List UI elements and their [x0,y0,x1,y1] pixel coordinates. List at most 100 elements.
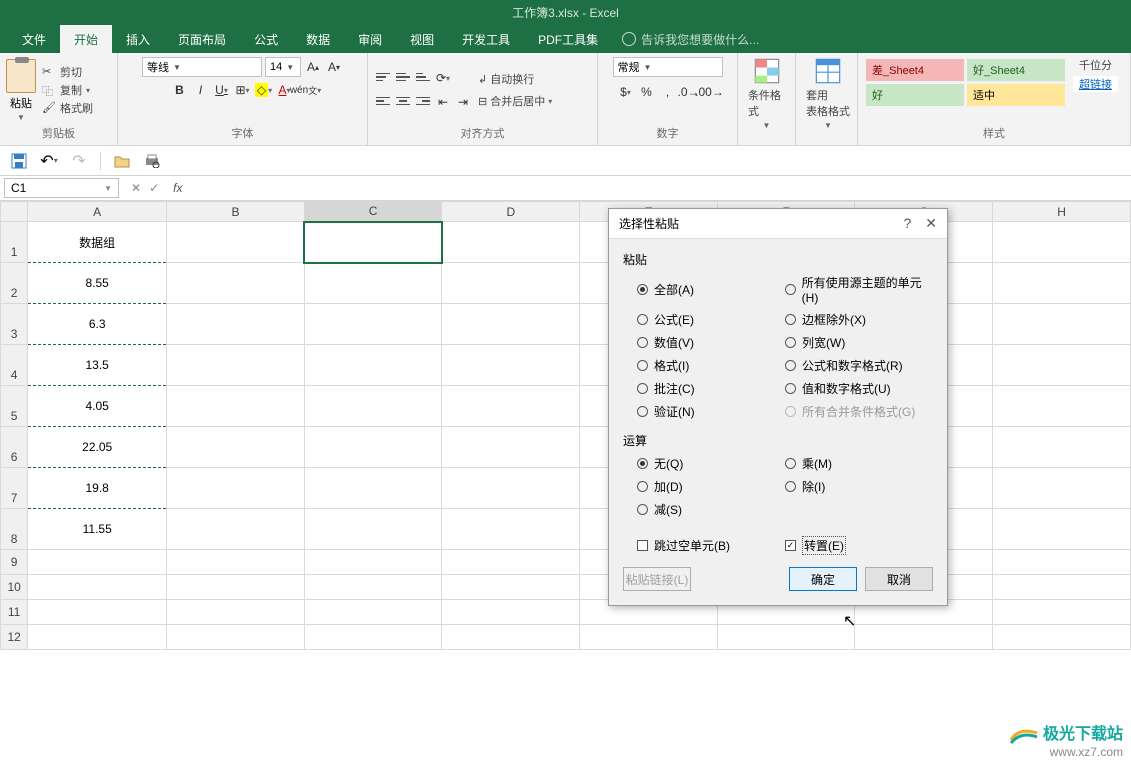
cell[interactable]: 6.3 [28,304,167,345]
cell[interactable]: 13.5 [28,345,167,386]
transpose-checkbox[interactable]: 转置(E) [785,536,933,555]
skip-blanks-checkbox[interactable]: 跳过空单元(B) [637,536,785,555]
name-box[interactable]: C1▼ [4,178,119,198]
close-button[interactable]: ✕ [925,215,937,232]
col-header-A[interactable]: A [28,202,167,222]
fx-icon[interactable]: fx [167,181,188,195]
cut-button[interactable]: ✂剪切 [42,64,93,80]
tab-insert[interactable]: 插入 [112,25,164,53]
cell[interactable]: 19.8 [28,468,167,509]
cancel-formula-button[interactable]: ✕ [131,181,141,195]
print-preview-button[interactable] [143,152,161,170]
tab-formulas[interactable]: 公式 [240,25,292,53]
tab-developer[interactable]: 开发工具 [448,25,524,53]
formula-input[interactable] [188,178,1131,198]
col-header-C[interactable]: C [304,202,442,222]
cell[interactable]: 8.55 [28,263,167,304]
radio-comments[interactable]: 批注(C) [637,380,785,397]
radio-values[interactable]: 数值(V) [637,334,785,351]
merge-center-button[interactable]: ⊟合并后居中▾ [478,93,552,109]
select-all-corner[interactable] [1,202,28,222]
radio-op-divide[interactable]: 除(I) [785,478,933,495]
style-good[interactable]: 好_Sheet4 [967,59,1065,81]
redo-button[interactable]: ↷ [70,152,88,170]
style-bad[interactable]: 差_Sheet4 [866,59,964,81]
accounting-button[interactable]: $▾ [617,83,635,101]
col-header-H[interactable]: H [993,202,1131,222]
row-header[interactable]: 12 [1,625,28,650]
radio-op-subtract[interactable]: 减(S) [637,501,785,518]
ok-button[interactable]: 确定 [789,567,857,591]
align-center-button[interactable] [394,93,412,109]
radio-except-borders[interactable]: 边框除外(X) [785,311,933,328]
row-header[interactable]: 9 [1,550,28,575]
decrease-indent-button[interactable]: ⇤ [434,93,452,111]
radio-formulas-number-formats[interactable]: 公式和数字格式(R) [785,357,933,374]
increase-indent-button[interactable]: ⇥ [454,93,472,111]
row-header[interactable]: 11 [1,600,28,625]
tab-file[interactable]: 文件 [8,25,60,53]
bold-button[interactable]: B [171,81,189,99]
col-header-B[interactable]: B [167,202,305,222]
phonetic-button[interactable]: wén文▾ [297,81,315,99]
font-name-dropdown[interactable]: 等线▼ [142,57,262,77]
tab-view[interactable]: 视图 [396,25,448,53]
align-middle-button[interactable] [394,69,412,85]
cell[interactable]: 22.05 [28,427,167,468]
tab-data[interactable]: 数据 [292,25,344,53]
radio-op-multiply[interactable]: 乘(M) [785,455,933,472]
style-hyperlink[interactable]: 超链接 [1073,76,1118,92]
copy-button[interactable]: ⿻复制▾ [42,82,93,98]
open-button[interactable] [113,152,131,170]
row-header[interactable]: 3 [1,304,28,345]
tell-me[interactable]: 告诉我您想要做什么... [622,25,759,53]
radio-formats[interactable]: 格式(I) [637,357,785,374]
row-header[interactable]: 2 [1,263,28,304]
number-format-dropdown[interactable]: 常规▼ [613,57,723,77]
radio-all[interactable]: 全部(A) [637,274,785,305]
radio-values-number-formats[interactable]: 值和数字格式(U) [785,380,933,397]
border-button[interactable]: ⊞▾ [234,81,252,99]
row-header[interactable]: 8 [1,509,28,550]
font-size-dropdown[interactable]: 14▼ [265,57,301,77]
format-as-table-button[interactable]: 套用 表格格式▼ [802,57,854,130]
row-header[interactable]: 10 [1,575,28,600]
align-top-button[interactable] [374,69,392,85]
conditional-format-button[interactable]: 条件格式▼ [744,57,789,130]
align-bottom-button[interactable] [414,69,432,85]
percent-button[interactable]: % [638,83,656,101]
enter-formula-button[interactable]: ✓ [149,181,159,195]
dialog-titlebar[interactable]: 选择性粘贴 ? ✕ [609,209,947,239]
undo-button[interactable]: ↶▾ [40,152,58,170]
worksheet-grid[interactable]: A B C D E F G H 1数据组 28.55 36.3 413.5 54… [0,201,1131,650]
radio-op-none[interactable]: 无(Q) [637,455,785,472]
radio-all-theme[interactable]: 所有使用源主题的单元(H) [785,274,933,305]
row-header[interactable]: 1 [1,222,28,263]
help-button[interactable]: ? [903,215,911,232]
align-left-button[interactable] [374,93,392,109]
radio-formulas[interactable]: 公式(E) [637,311,785,328]
orientation-button[interactable]: ⟳▾ [434,69,452,87]
cell[interactable]: 11.55 [28,509,167,550]
radio-validation[interactable]: 验证(N) [637,403,785,420]
align-right-button[interactable] [414,93,432,109]
tab-home[interactable]: 开始 [60,25,112,53]
increase-font-button[interactable]: A▴ [304,58,322,76]
radio-col-widths[interactable]: 列宽(W) [785,334,933,351]
row-header[interactable]: 7 [1,468,28,509]
decrease-decimal-button[interactable]: .00→ [701,83,719,101]
col-header-D[interactable]: D [442,202,580,222]
tab-review[interactable]: 审阅 [344,25,396,53]
wrap-text-button[interactable]: ↲自动换行 [478,71,552,87]
format-painter-button[interactable]: 🖌格式刷 [42,100,93,116]
style-normal[interactable]: 适中 [967,84,1065,106]
row-header[interactable]: 5 [1,386,28,427]
underline-button[interactable]: U▾ [213,81,231,99]
style-neutral[interactable]: 好 [866,84,964,106]
row-header[interactable]: 6 [1,427,28,468]
style-thousand[interactable]: 千位分 [1073,57,1118,73]
radio-op-add[interactable]: 加(D) [637,478,785,495]
cancel-button[interactable]: 取消 [865,567,933,591]
cell[interactable]: 数据组 [28,222,167,263]
decrease-font-button[interactable]: A▾ [325,58,343,76]
